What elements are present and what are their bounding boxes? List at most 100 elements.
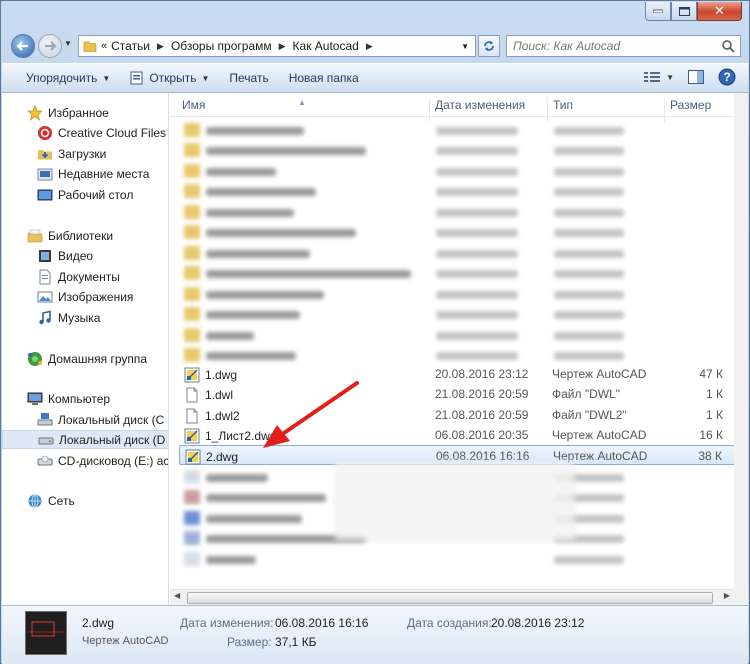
preview-pane-icon[interactable]	[688, 70, 704, 84]
column-type[interactable]: Тип	[553, 98, 573, 112]
nav-recent[interactable]: Недавние места	[2, 164, 168, 183]
blurred-folder-row[interactable]	[184, 305, 724, 325]
nav-favorites-label: Избранное	[48, 105, 109, 120]
forward-button[interactable]	[38, 34, 62, 58]
open-file-icon	[130, 71, 143, 85]
file-date: 06.08.2016 20:35	[435, 428, 529, 442]
scroll-right-arrow-icon[interactable]: ▶	[724, 591, 730, 600]
column-date[interactable]: Дата изменения	[435, 98, 525, 112]
nav-cd-drive[interactable]: CD-дисковод (E:) ac	[2, 451, 168, 470]
view-list-icon	[644, 72, 661, 82]
nav-network[interactable]: Сеть	[2, 491, 168, 510]
scrollbar-thumb[interactable]	[187, 592, 713, 604]
file-type: Чертеж AutoCAD	[552, 428, 647, 442]
horizontal-scrollbar[interactable]: ◀ ▶	[170, 589, 734, 605]
blurred-folder-row[interactable]	[184, 141, 724, 161]
blurred-folder-row[interactable]	[184, 346, 724, 366]
breadcrumb-separator[interactable]: ▶	[366, 41, 373, 52]
blurred-folder-row[interactable]	[184, 182, 724, 202]
nav-creative-cloud-label: Creative Cloud Files	[58, 125, 167, 140]
scroll-left-arrow-icon[interactable]: ◀	[174, 591, 180, 600]
chevron-down-icon: ▼	[666, 72, 674, 82]
help-icon[interactable]: ?	[718, 68, 736, 86]
close-button[interactable]: ✕	[697, 2, 742, 21]
recent-places-icon	[37, 168, 53, 180]
file-row[interactable]: 1.dwl 21.08.2016 20:59 Файл "DWL" 1 К	[179, 384, 735, 404]
blurred-folder-row[interactable]	[184, 326, 724, 346]
address-bar[interactable]: « Статьи ▶ Обзоры программ ▶ Как Autocad…	[78, 35, 476, 57]
file-name: 2.dwg	[206, 450, 239, 464]
file-row[interactable]: 1_Лист2.dwg 06.08.2016 20:35 Чертеж Auto…	[179, 425, 735, 445]
nav-libraries[interactable]: Библиотеки	[2, 226, 168, 245]
homegroup-icon	[28, 351, 42, 366]
minimize-button[interactable]	[645, 2, 671, 21]
vertical-scrollbar[interactable]	[734, 93, 748, 605]
nav-computer[interactable]: Компьютер	[2, 389, 168, 408]
blurred-folder-row[interactable]	[184, 223, 724, 243]
nav-video[interactable]: Видео	[2, 246, 168, 265]
file-type: Чертеж AutoCAD	[552, 367, 647, 381]
column-size[interactable]: Размер	[670, 98, 711, 112]
blurred-folder-row[interactable]	[184, 121, 724, 141]
address-row: ▼ « Статьи ▶ Обзоры программ ▶ Как Autoc…	[1, 31, 749, 61]
nav-recent-label: Недавние места	[58, 166, 150, 181]
breadcrumb-statji[interactable]: Статьи	[111, 39, 150, 53]
file-name: 1.dwl2	[205, 409, 240, 423]
explorer-content: Избранное Creative Cloud Files Загрузки …	[2, 93, 748, 605]
view-options-button[interactable]: ▼	[644, 71, 674, 83]
search-input[interactable]: Поиск: Как Autocad	[506, 35, 741, 57]
file-size: 38 К	[698, 449, 722, 463]
new-folder-label: Новая папка	[288, 71, 359, 85]
column-header-row: Имя ▲ Дата изменения Тип Размер	[170, 93, 748, 122]
nav-downloads[interactable]: Загрузки	[2, 144, 168, 163]
blurred-folder-row[interactable]	[184, 244, 724, 264]
blurred-file-row[interactable]	[184, 550, 724, 570]
breadcrumb-overflow[interactable]: «	[101, 40, 107, 52]
system-drive-icon	[37, 412, 53, 425]
nav-local-disk-d-label: Локальный диск (D	[59, 432, 166, 447]
blurred-folder-row[interactable]	[184, 203, 724, 223]
blurred-folder-row[interactable]	[184, 285, 724, 305]
column-name[interactable]: Имя	[182, 98, 205, 112]
nav-homegroup[interactable]: Домашняя группа	[2, 349, 168, 368]
file-size: 47 К	[699, 367, 723, 381]
file-date: 21.08.2016 20:59	[435, 387, 529, 401]
print-button[interactable]: Печать	[219, 65, 278, 91]
breadcrumb-separator[interactable]: ▶	[157, 41, 164, 52]
open-button[interactable]: Открыть ▼	[120, 65, 219, 91]
organize-button[interactable]: Упорядочить ▼	[2, 65, 120, 91]
hard-drive-icon	[38, 437, 54, 444]
breadcrumb-obzory[interactable]: Обзоры программ	[171, 39, 272, 53]
nav-local-disk-c[interactable]: Локальный диск (C	[2, 410, 168, 429]
print-label: Печать	[229, 71, 269, 85]
file-row[interactable]: 1.dwg 20.08.2016 23:12 Чертеж AutoCAD 47…	[179, 364, 735, 384]
maximize-button[interactable]	[671, 2, 697, 21]
address-history-dropdown[interactable]: ▼	[461, 42, 469, 51]
back-button[interactable]	[11, 34, 35, 58]
nav-local-disk-d[interactable]: Локальный диск (D	[2, 430, 168, 449]
downloads-icon	[38, 149, 52, 159]
file-row[interactable]: 1.dwl2 21.08.2016 20:59 Файл "DWL2" 1 К	[179, 405, 735, 425]
breadcrumb-separator[interactable]: ▶	[279, 41, 286, 52]
search-placeholder: Поиск: Как Autocad	[513, 39, 621, 53]
nav-images[interactable]: Изображения	[2, 287, 168, 306]
autocad-drawing-icon	[184, 367, 200, 383]
column-divider[interactable]	[547, 98, 548, 122]
nav-desktop[interactable]: Рабочий стол	[2, 185, 168, 204]
column-divider[interactable]	[429, 98, 430, 122]
nav-music[interactable]: Музыка	[2, 308, 168, 327]
blurred-folder-row[interactable]	[184, 264, 724, 284]
nav-documents[interactable]: Документы	[2, 267, 168, 286]
computer-icon	[27, 392, 43, 405]
nav-desktop-label: Рабочий стол	[58, 187, 134, 202]
nav-creative-cloud[interactable]: Creative Cloud Files	[2, 123, 168, 142]
column-divider[interactable]	[664, 98, 665, 122]
new-folder-button[interactable]: Новая папка	[279, 65, 369, 91]
recent-pages-dropdown[interactable]: ▼	[64, 39, 72, 48]
nav-computer-label: Компьютер	[48, 391, 111, 406]
refresh-button[interactable]	[478, 35, 500, 57]
nav-favorites[interactable]: Избранное	[2, 103, 168, 122]
blurred-folder-row[interactable]	[184, 162, 724, 182]
breadcrumb-kak-autocad[interactable]: Как Autocad	[293, 39, 359, 53]
file-name: 1_Лист2.dwg	[205, 429, 277, 443]
